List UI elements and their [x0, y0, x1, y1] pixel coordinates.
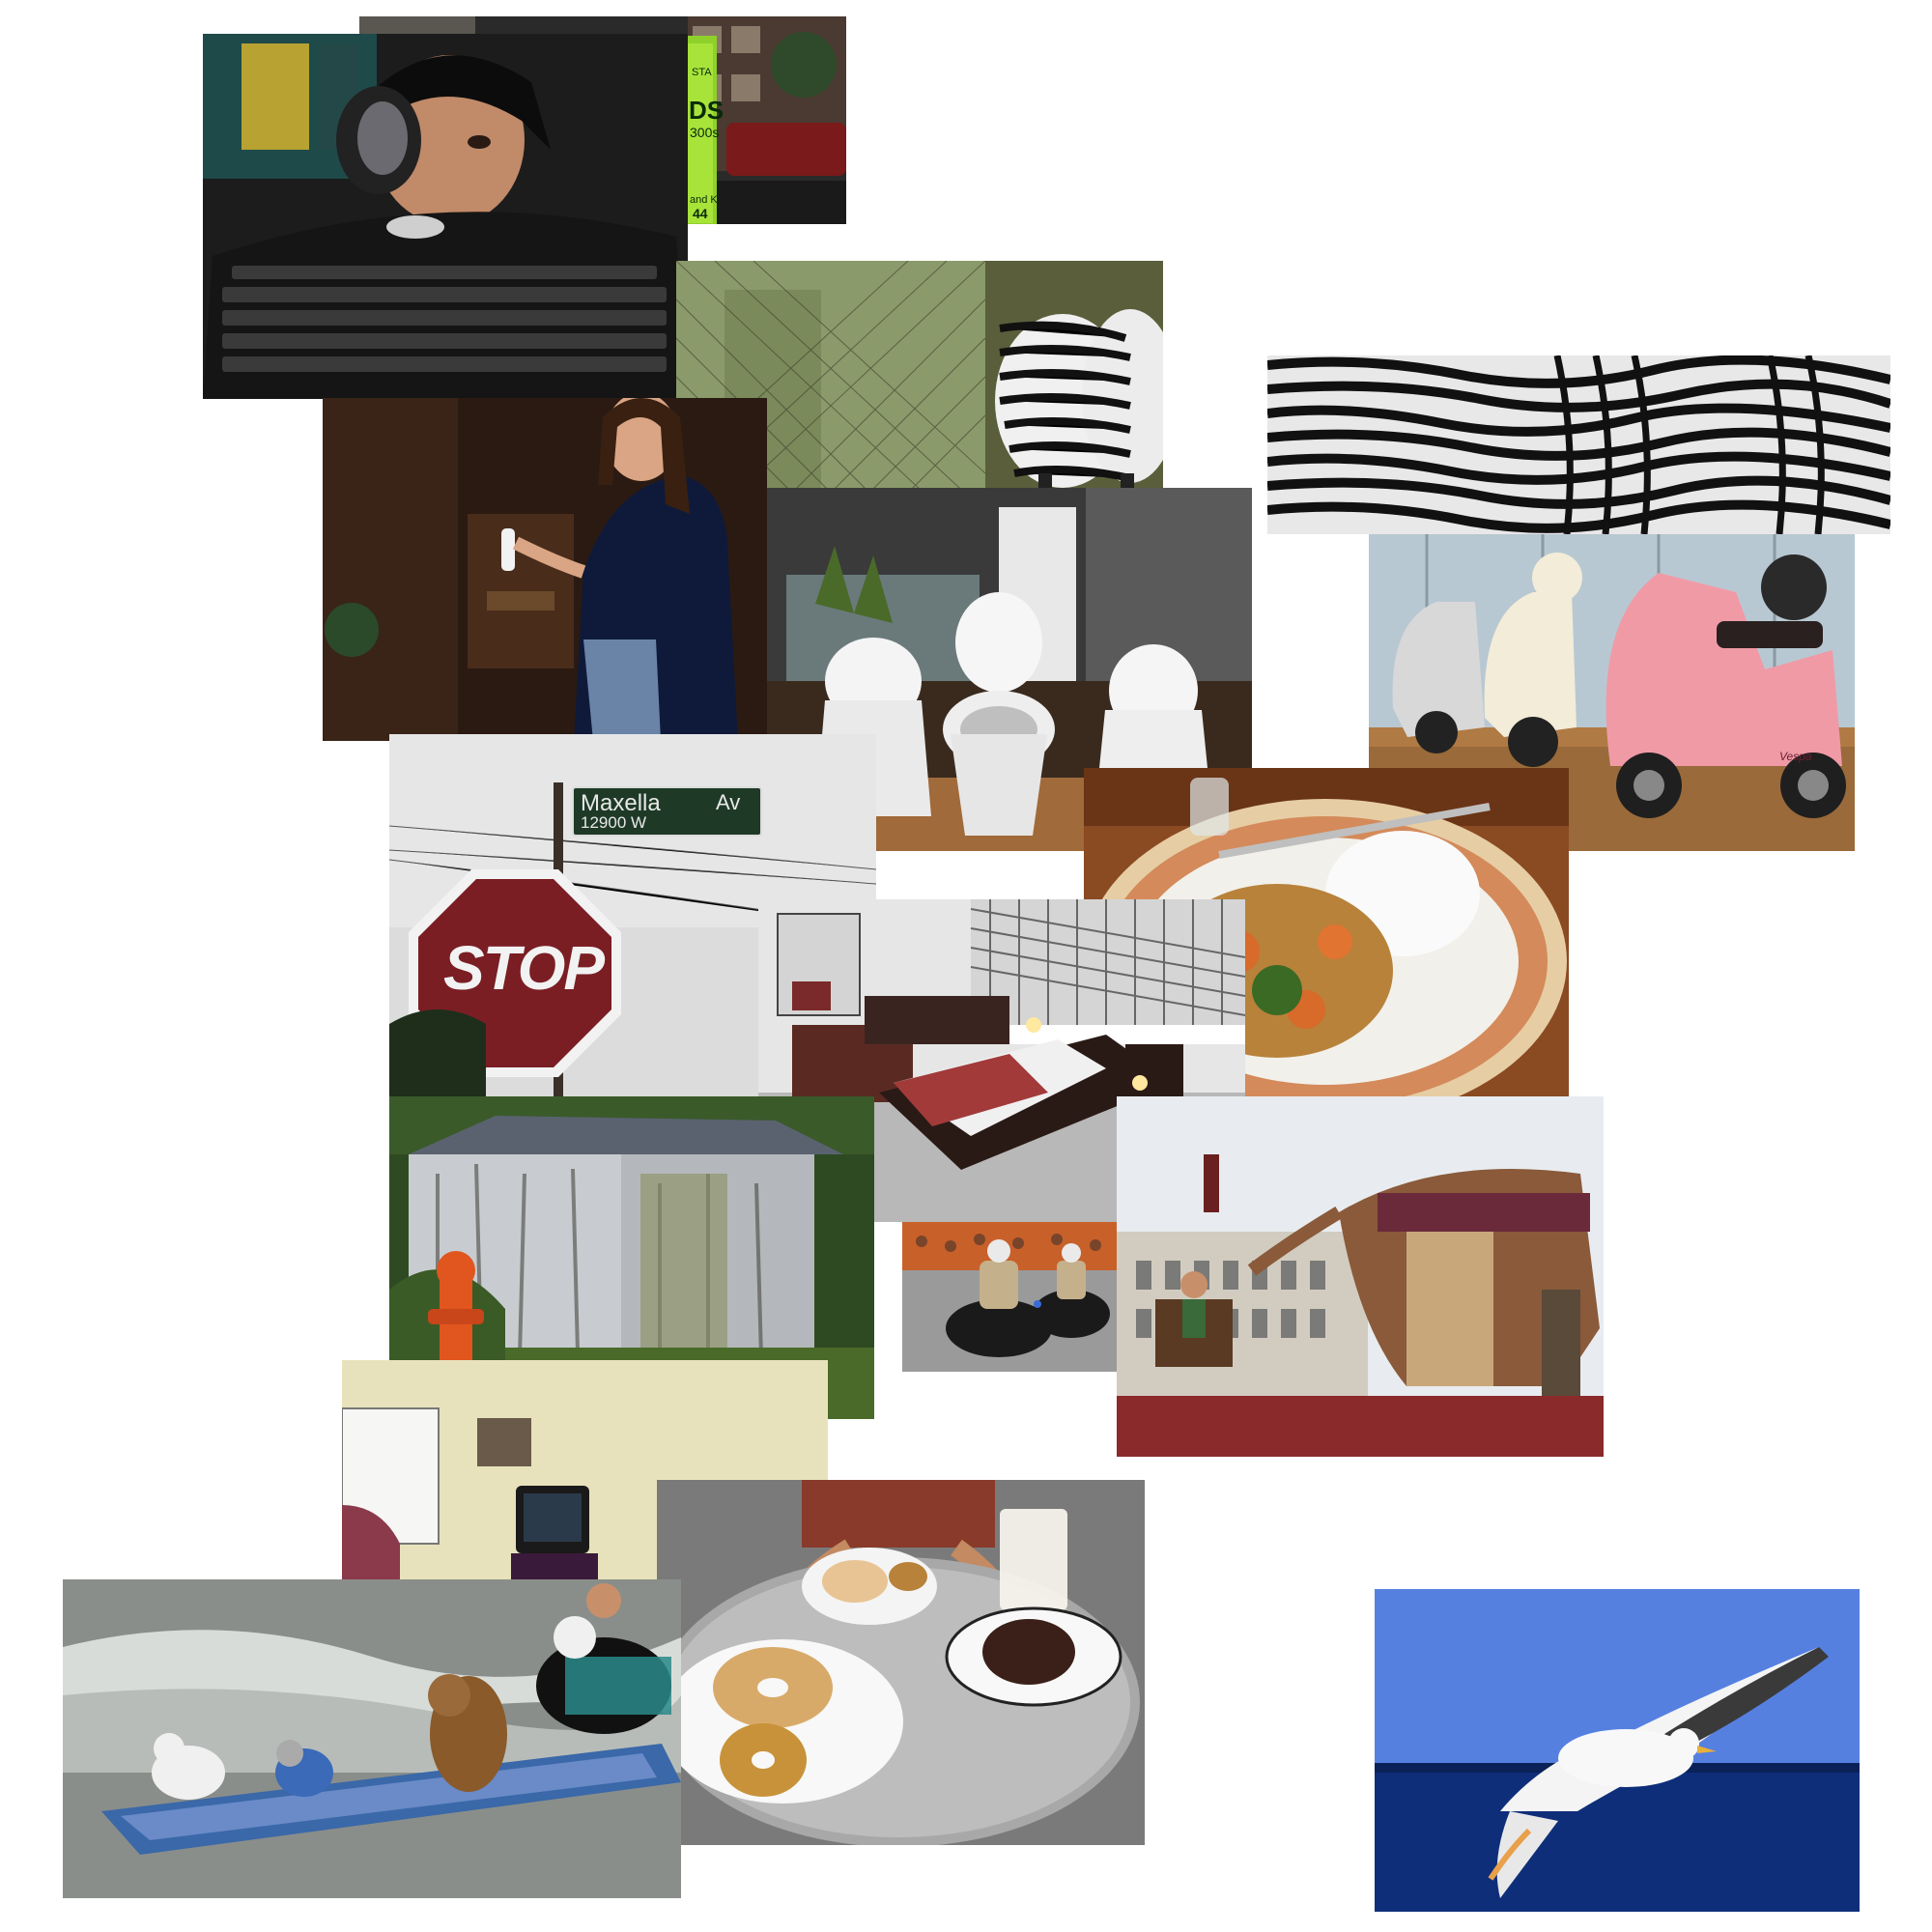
street-sign-suffix: Av	[716, 790, 741, 814]
street-sign-number: 12900 W	[581, 813, 647, 832]
man-with-keyboard-photo	[203, 34, 688, 399]
zebra-herd-photo	[1267, 355, 1890, 534]
girl-with-controller-photo	[323, 398, 767, 741]
scooter-brand-label: Vespa	[1779, 750, 1812, 763]
storefront-sign-text-2: DS	[689, 96, 724, 125]
storefront-sign-text-1: STA	[692, 67, 712, 78]
stop-sign-text: STOP	[443, 933, 605, 1003]
seagull-photo	[1375, 1589, 1860, 1912]
storefront-sign-text-4: and K	[690, 194, 718, 206]
storefront-sign-text-3: 300s	[690, 125, 720, 140]
giant-elephant-parade-photo	[1117, 1096, 1604, 1457]
surfing-dogs-photo	[63, 1579, 681, 1898]
donuts-table-photo	[657, 1480, 1145, 1845]
storefront-sign-text-5: 44	[693, 206, 708, 221]
police-motorcycles-photo	[902, 1222, 1117, 1372]
